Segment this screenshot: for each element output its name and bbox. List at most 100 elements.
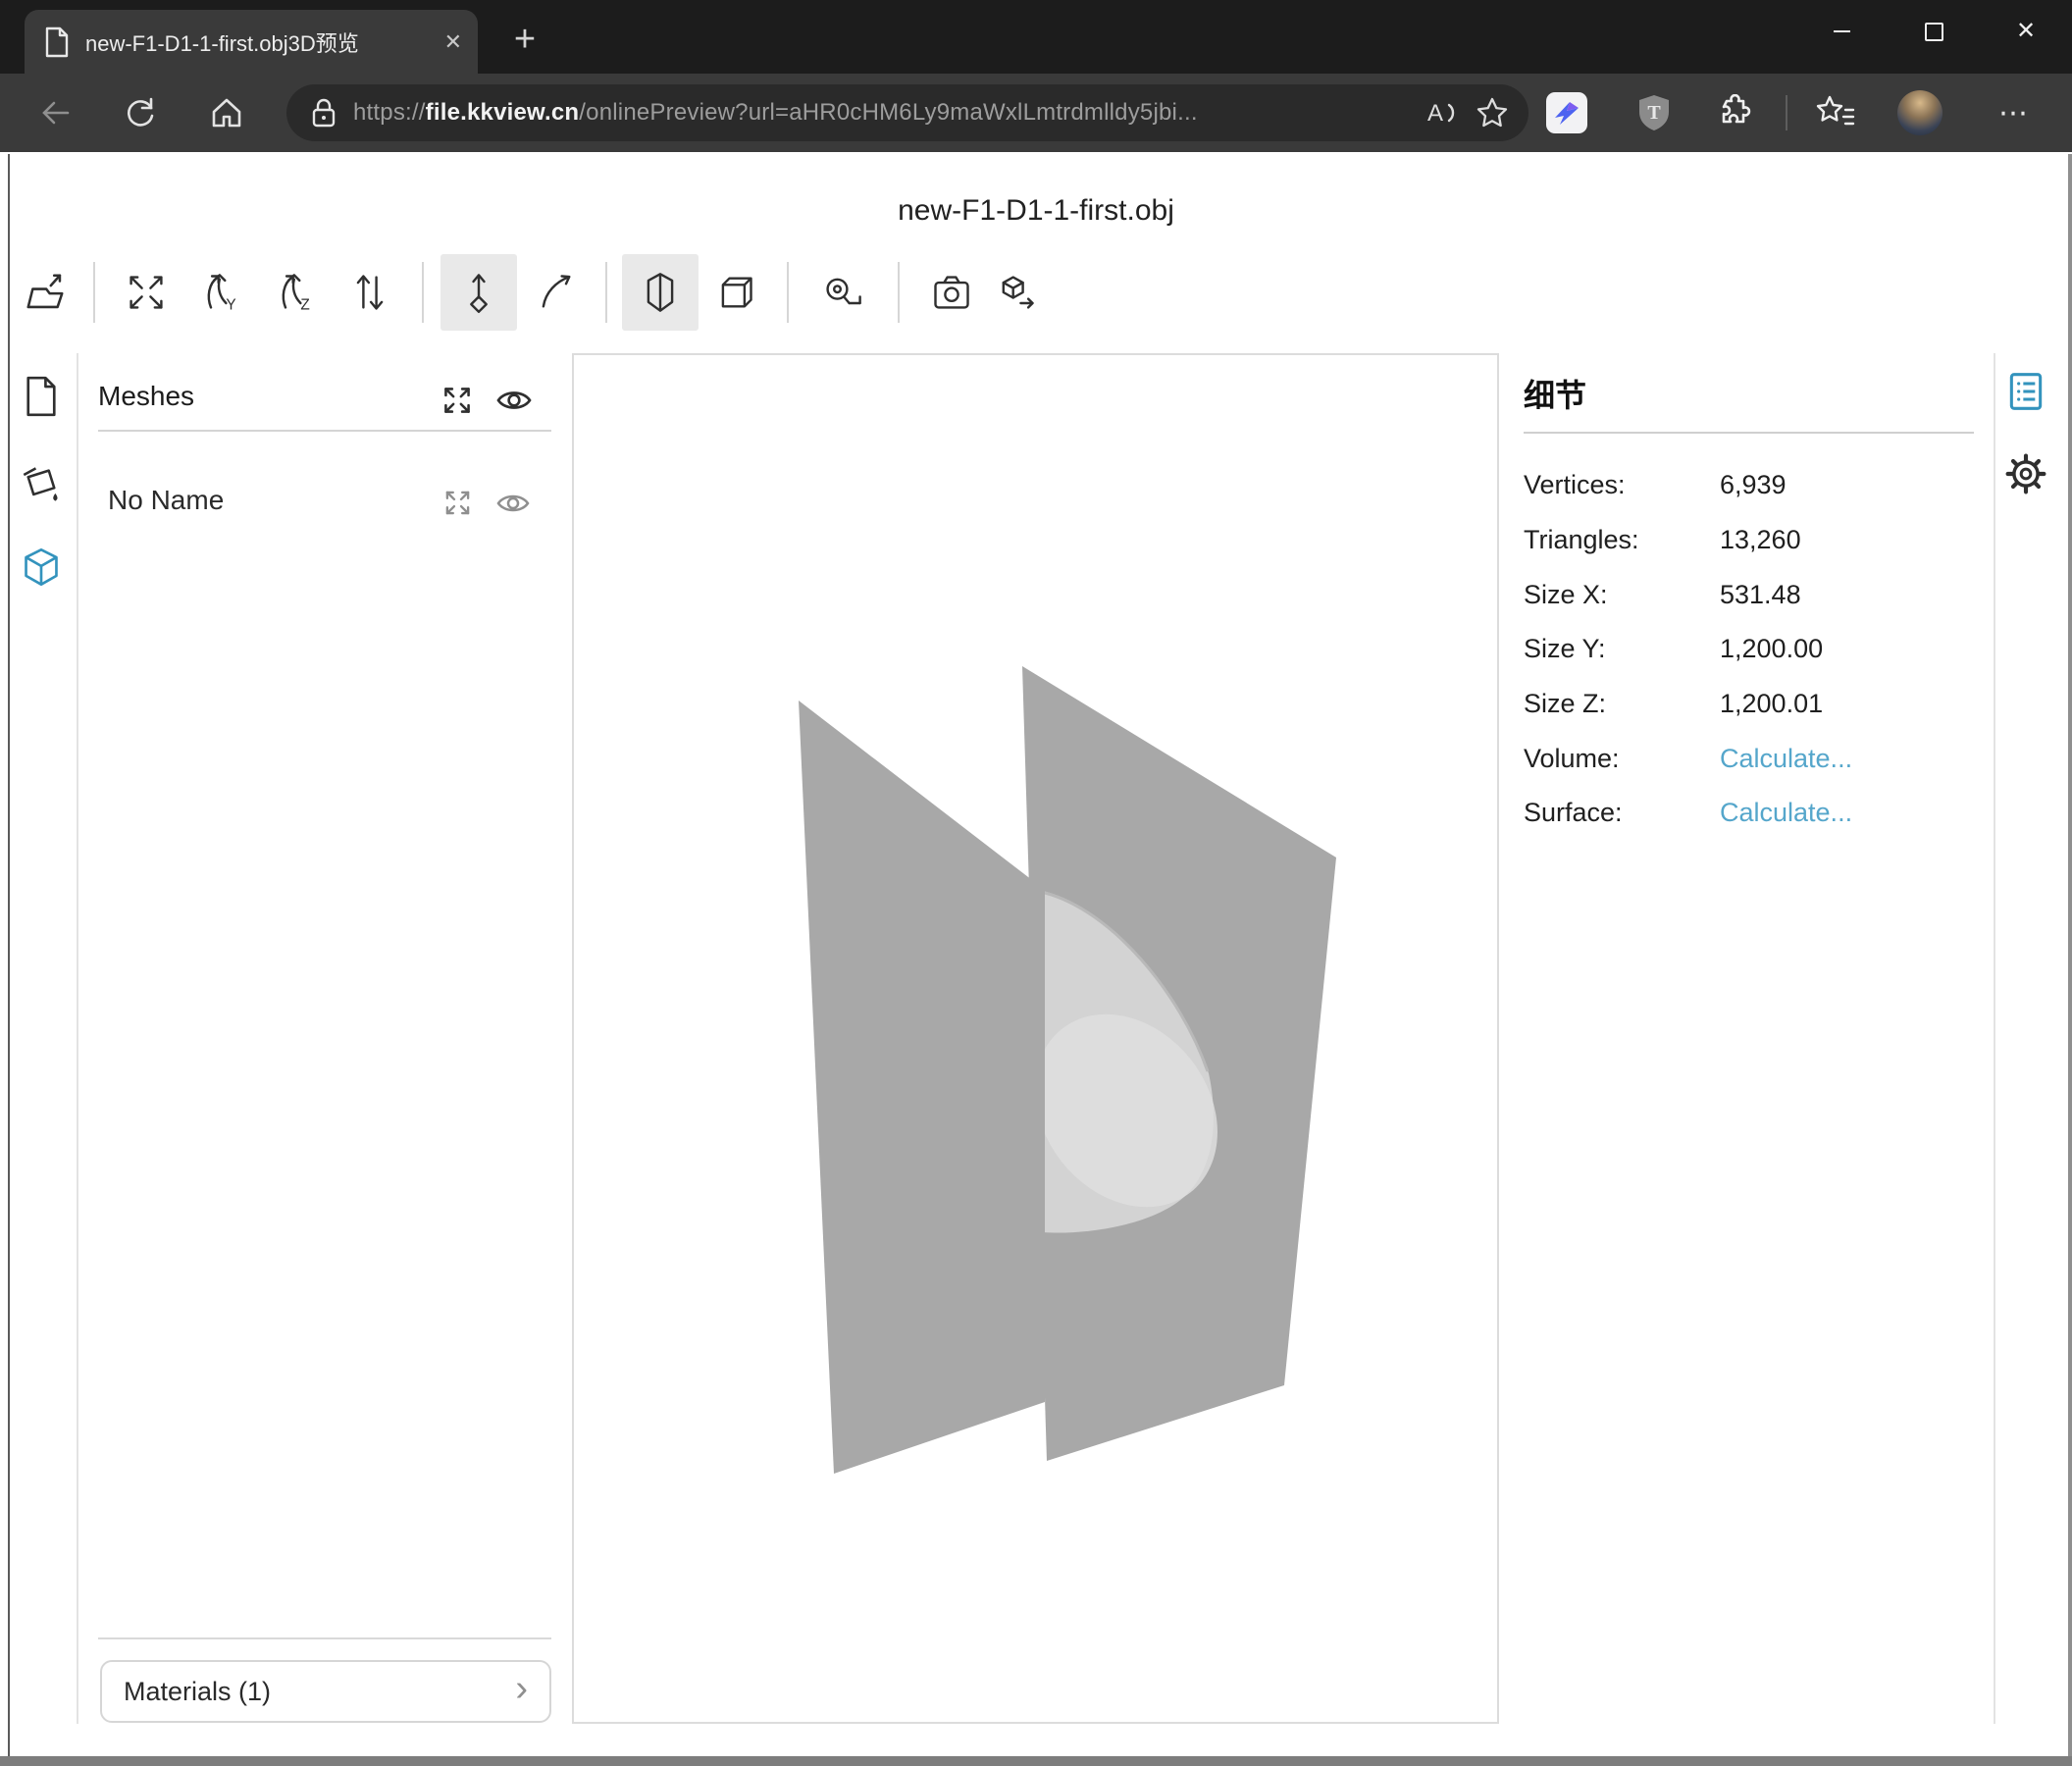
new-tab-button[interactable]: +: [502, 18, 547, 61]
set-z-up-icon: Z: [275, 271, 318, 314]
materials-icon: [21, 464, 62, 505]
window-bottom-edge: [0, 1756, 2072, 1766]
star-icon: [1476, 96, 1509, 130]
set-y-up-icon: Y: [200, 271, 243, 314]
profile-avatar[interactable]: [1897, 90, 1942, 135]
shield-t-icon: T: [1634, 92, 1674, 133]
toggle-all-visibility-button[interactable]: [495, 385, 533, 416]
measure-button[interactable]: [804, 254, 881, 331]
window-controls: ✕: [1795, 0, 2072, 63]
open-model-button[interactable]: [7, 254, 83, 331]
detail-row-volume: Volume: Calculate...: [1524, 731, 1974, 786]
browser-window: new-F1-D1-1-first.obj3D预览 ✕ + ✕: [0, 0, 2072, 1766]
rail-item-materials[interactable]: [20, 463, 63, 506]
document-favicon-icon: [44, 26, 70, 58]
minimize-icon: [1834, 30, 1850, 32]
toolbar-separator: [898, 262, 900, 323]
extensions-button[interactable]: [1713, 92, 1756, 133]
outline-shading-button[interactable]: [697, 254, 773, 331]
tab-title: new-F1-D1-1-first.obj3D预览: [85, 26, 429, 58]
calculate-volume-link[interactable]: Calculate...: [1720, 744, 1852, 774]
calculate-surface-link[interactable]: Calculate...: [1720, 798, 1852, 828]
refresh-button[interactable]: [120, 93, 161, 132]
open-model-icon: [23, 270, 68, 315]
export-button[interactable]: [978, 254, 1055, 331]
rail-item-files[interactable]: [20, 375, 63, 418]
materials-button-label: Materials (1): [124, 1677, 271, 1707]
favorite-star-button[interactable]: [1476, 96, 1509, 130]
details-rows: Vertices: 6,939 Triangles: 13,260 Size X…: [1524, 458, 1974, 841]
flip-up-vector-button[interactable]: [332, 254, 408, 331]
snapshot-icon: [930, 271, 973, 314]
window-right-edge: [2068, 154, 2072, 1756]
rail-item-meshes[interactable]: [20, 545, 63, 589]
browser-tab[interactable]: new-F1-D1-1-first.obj3D预览 ✕: [25, 10, 478, 74]
export-icon: [995, 271, 1038, 314]
svg-text:Y: Y: [226, 297, 235, 314]
free-orbit-button[interactable]: [517, 254, 594, 331]
puzzle-icon: [1716, 94, 1753, 131]
detail-row-vertices: Vertices: 6,939: [1524, 458, 1974, 513]
settings-panel-button[interactable]: [2001, 449, 2050, 498]
measure-icon: [821, 271, 864, 314]
toggle-mesh-visibility-button[interactable]: [495, 489, 531, 518]
maximize-button[interactable]: [1888, 0, 1980, 63]
meshes-panel-title: Meshes: [98, 381, 194, 412]
extension-thunder-button[interactable]: [1546, 92, 1587, 133]
flip-up-vector-icon: [348, 271, 391, 314]
solid-shading-icon: [639, 271, 682, 314]
detail-value: 531.48: [1720, 580, 1801, 610]
detail-value: 1,200.01: [1720, 689, 1823, 719]
fit-all-meshes-button[interactable]: [440, 383, 475, 418]
favorites-hub-button[interactable]: [1813, 92, 1858, 133]
mesh-name: No Name: [108, 485, 224, 516]
refresh-icon: [123, 95, 158, 130]
fixed-up-vector-icon: [457, 271, 500, 314]
fit-all-icon: [440, 383, 475, 418]
url-text: https://file.kkview.cn/onlinePreview?url…: [353, 99, 1198, 127]
page-title: new-F1-D1-1-first.obj: [0, 194, 2072, 228]
home-button[interactable]: [206, 93, 247, 132]
fit-mesh-icon: [441, 487, 474, 519]
maximize-icon: [1925, 23, 1943, 41]
extension-tampermonkey-button[interactable]: T: [1632, 91, 1676, 134]
tab-close-icon[interactable]: ✕: [444, 31, 462, 53]
close-button[interactable]: ✕: [1980, 0, 2072, 63]
right-rail-divider: [1994, 353, 1995, 1724]
detail-row-size-y: Size Y: 1,200.00: [1524, 622, 1974, 677]
detail-value: 1,200.00: [1720, 634, 1823, 664]
eye-icon: [495, 385, 533, 416]
set-z-up-button[interactable]: Z: [258, 254, 335, 331]
tab-strip: new-F1-D1-1-first.obj3D预览 ✕ + ✕: [0, 0, 2072, 74]
close-icon: ✕: [2016, 20, 2036, 43]
solid-shading-button[interactable]: [622, 254, 699, 331]
url-scheme: https://: [353, 99, 426, 126]
back-button[interactable]: [35, 93, 77, 132]
fit-mesh-button[interactable]: [441, 487, 474, 519]
detail-label: Triangles:: [1524, 525, 1720, 555]
read-aloud-button[interactable]: A: [1423, 95, 1460, 130]
minimize-button[interactable]: [1795, 0, 1888, 63]
file-icon: [22, 376, 61, 417]
detail-label: Surface:: [1524, 798, 1720, 828]
materials-button[interactable]: Materials (1) ›: [100, 1660, 551, 1723]
lock-icon: [310, 97, 337, 129]
set-y-up-button[interactable]: Y: [183, 254, 260, 331]
materials-divider: [98, 1637, 551, 1639]
fit-to-window-button[interactable]: [108, 254, 184, 331]
address-bar[interactable]: https://file.kkview.cn/onlinePreview?url…: [286, 84, 1528, 141]
fixed-up-vector-button[interactable]: [440, 254, 517, 331]
favorites-hub-icon: [1815, 94, 1856, 131]
details-panel-button[interactable]: [2003, 369, 2048, 414]
read-aloud-icon: A: [1423, 95, 1460, 130]
model-viewport[interactable]: [572, 353, 1499, 1724]
svg-text:Z: Z: [300, 297, 309, 314]
left-rail-divider: [77, 353, 78, 1724]
fit-to-window-icon: [125, 271, 168, 314]
gear-icon: [2003, 451, 2048, 496]
detail-row-size-x: Size X: 531.48: [1524, 567, 1974, 622]
toolbar-separator: [422, 262, 424, 323]
more-menu-button[interactable]: ⋯: [1990, 93, 2039, 132]
browser-toolbar: https://file.kkview.cn/onlinePreview?url…: [0, 74, 2072, 152]
model-3d-render: [574, 355, 1497, 1722]
